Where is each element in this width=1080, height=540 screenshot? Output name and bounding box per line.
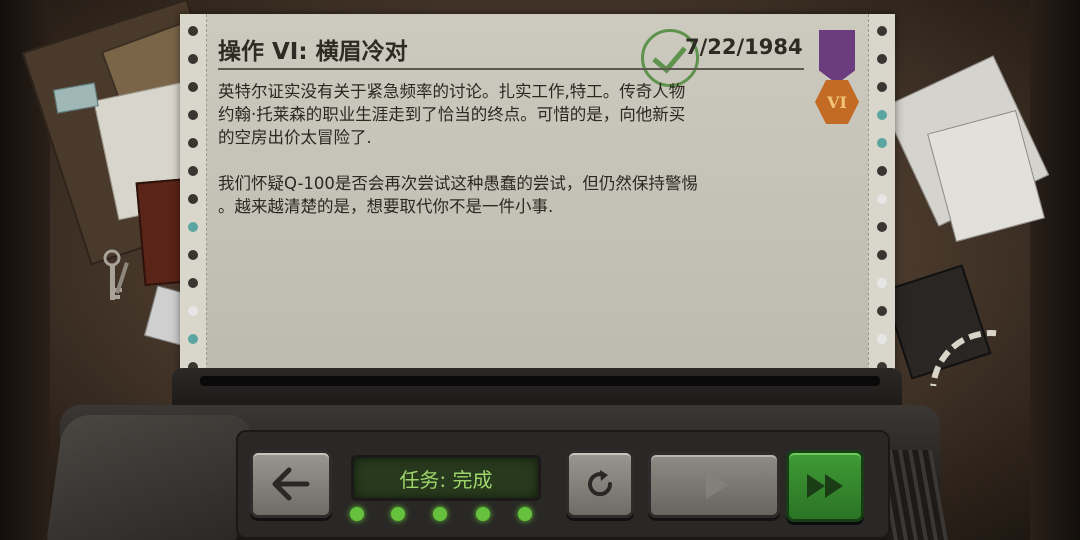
feed-hole — [877, 26, 887, 36]
status-light — [391, 507, 405, 521]
game-scene: 操作 VI: 横眉冷对 7/22/1984 英特尔证实没有关于紧急频率的讨论。扎… — [0, 0, 1080, 540]
printer-housing — [172, 368, 902, 408]
status-light — [350, 507, 364, 521]
feed-hole — [188, 250, 198, 260]
briefing-printout: 操作 VI: 横眉冷对 7/22/1984 英特尔证实没有关于紧急频率的讨论。扎… — [180, 14, 895, 390]
feed-hole — [877, 278, 887, 288]
feed-hole — [877, 82, 887, 92]
briefing-body: 英特尔证实没有关于紧急频率的讨论。扎实工作,特工。传奇人物 约翰·托莱森的职业生… — [218, 80, 798, 241]
status-light — [518, 507, 532, 521]
feed-hole — [188, 334, 198, 344]
feed-hole — [877, 306, 887, 316]
feed-hole — [877, 222, 887, 232]
briefing-paragraph: 我们怀疑Q-100是否会再次尝试这种愚蠢的尝试，但仍然保持警惕 。越来越清楚的是… — [218, 174, 698, 216]
restart-button[interactable] — [566, 450, 634, 518]
feed-hole — [188, 54, 198, 64]
medal-label: VI — [827, 92, 847, 112]
feed-hole — [877, 138, 887, 148]
feed-hole — [188, 26, 198, 36]
feed-hole — [877, 54, 887, 64]
feed-hole — [188, 138, 198, 148]
feed-hole — [188, 278, 198, 288]
feed-hole — [188, 222, 198, 232]
fast-forward-icon — [807, 474, 843, 498]
fast-forward-button[interactable] — [786, 450, 864, 522]
feed-hole — [188, 306, 198, 316]
tractor-strip-left — [180, 14, 207, 390]
play-icon — [706, 471, 728, 499]
feed-hole — [877, 194, 887, 204]
feed-hole — [877, 110, 887, 120]
arrow-left-icon — [272, 467, 310, 501]
paper-slot — [200, 376, 880, 386]
feed-hole — [877, 250, 887, 260]
tractor-strip-right — [868, 14, 895, 390]
feed-hole — [877, 166, 887, 176]
mission-status-display: 任务: 完成 — [351, 455, 541, 501]
feed-hole — [188, 110, 198, 120]
keys-icon — [98, 248, 138, 308]
feed-hole — [188, 82, 198, 92]
briefing-paragraph: 英特尔证实没有关于紧急频率的讨论。扎实工作,特工。传奇人物 约翰·托莱森的职业生… — [218, 82, 686, 147]
medal-icon: VI — [815, 30, 859, 142]
medal-ribbon — [819, 30, 855, 84]
phone-receiver — [45, 415, 255, 540]
play-button[interactable] — [648, 452, 780, 518]
status-light — [433, 507, 447, 521]
title-divider — [218, 68, 804, 70]
medal-badge: VI — [815, 80, 859, 124]
status-light — [476, 507, 490, 521]
desk-shadow-right — [1030, 0, 1080, 540]
mission-title: 操作 VI: 横眉冷对 — [218, 39, 408, 65]
restart-icon — [588, 470, 613, 497]
feed-hole — [877, 334, 887, 344]
feed-hole — [188, 166, 198, 176]
mission-status-text: 任务: 完成 — [399, 467, 493, 492]
mission-date: 7/22/1984 — [685, 35, 803, 59]
feed-hole — [188, 194, 198, 204]
back-button[interactable] — [250, 450, 332, 518]
